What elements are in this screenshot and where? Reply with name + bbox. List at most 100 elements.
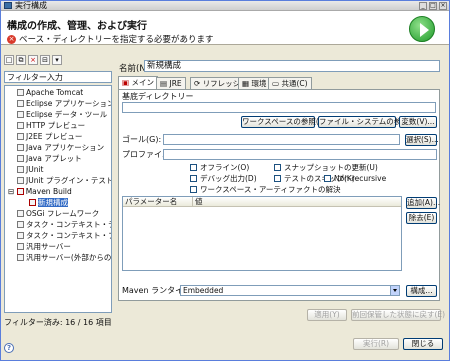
tree-item-label: Java アプリケーション <box>26 143 105 152</box>
tree-item[interactable]: J2EE プレビュー <box>17 132 82 141</box>
config-type-icon <box>17 232 24 239</box>
filter-input[interactable]: フィルター入力 <box>4 71 112 83</box>
column-header-value[interactable]: 値 <box>193 197 401 207</box>
tab-label: メイン <box>131 78 154 87</box>
tab-label: 共通(C) <box>281 79 308 88</box>
tree-item-new-config[interactable]: 新規構成 <box>29 198 68 207</box>
config-tabs: ▣ メイン ▤ JRE ⟳ リフレッシュ ▦ 環境 ▭ 共通(C) <box>118 76 440 89</box>
environment-tab-icon: ▦ <box>242 79 250 88</box>
profile-input[interactable] <box>163 149 437 160</box>
tab-label: JRE <box>169 79 182 88</box>
remove-param-button[interactable]: 除去(E) <box>406 212 437 224</box>
tree-item[interactable]: Eclipse データ・ツール <box>17 110 107 119</box>
main-tab-icon: ▣ <box>122 78 130 87</box>
filesystem-browse-button[interactable]: ファイル・システムの参照(L)... <box>318 116 426 128</box>
tree-item[interactable]: OSGi フレームワーク <box>17 209 99 218</box>
runtime-value: Embedded <box>183 286 224 295</box>
common-tab-icon: ▭ <box>272 79 280 88</box>
tree-item[interactable]: タスク・コンテキスト・テスト <box>17 220 111 229</box>
run-banner-icon <box>409 16 435 42</box>
tab-label: 環境 <box>251 79 267 88</box>
runtime-select[interactable]: Embedded <box>180 285 400 296</box>
checkbox-label: オフライン(O) <box>200 163 250 172</box>
error-icon: × <box>7 35 16 44</box>
config-type-icon <box>17 100 24 107</box>
tree-item-label: HTTP プレビュー <box>26 121 86 130</box>
resolve-workspace-checkbox[interactable]: ワークスペース・アーティファクトの解決 <box>190 185 340 194</box>
help-icon[interactable]: ? <box>4 343 14 353</box>
minimize-button[interactable]: _ <box>419 2 427 10</box>
tree-item[interactable]: Eclipse アプリケーション <box>17 99 112 108</box>
add-param-button[interactable]: 追加(A)... <box>406 197 440 209</box>
configure-runtime-button[interactable]: 構成... <box>406 285 437 297</box>
header-title: 構成の作成、管理、および実行 <box>7 21 147 32</box>
tree-item-label: タスク・コンテキスト・テスト <box>26 220 111 229</box>
tab-jre[interactable]: ▤ JRE <box>156 77 186 89</box>
new-config-icon[interactable]: □ <box>4 55 14 65</box>
window-icon <box>4 2 12 9</box>
dialog-header: 構成の作成、管理、および実行 × ベース・ディレクトリーを指定する必要があります <box>1 11 449 45</box>
main-tab-panel: 基底ディレクトリー ワークスペースの参照(W)... ファイル・システムの参照(… <box>118 89 440 301</box>
delete-icon[interactable]: × <box>28 55 38 65</box>
left-toolbar: □ ⧉ × ⊟ ▾ <box>4 55 114 69</box>
dialog-window: 実行構成 _ □ × 構成の作成、管理、および実行 × ベース・ディレクトリーを指… <box>0 0 450 361</box>
checkbox-label: ワークスペース・アーティファクトの解決 <box>200 185 341 194</box>
run-button[interactable]: 実行(R) <box>353 338 399 350</box>
tree-item-label: Eclipse アプリケーション <box>26 99 112 108</box>
tree-item-label: タスク・コンテキスト・プラグイン <box>26 231 111 240</box>
config-type-icon <box>17 254 24 261</box>
config-type-icon <box>17 177 24 184</box>
filter-menu-icon[interactable]: ▾ <box>52 55 62 65</box>
tree-item-label: JUnit <box>26 165 44 174</box>
column-header-param[interactable]: パラメーター名 <box>123 197 193 207</box>
collapse-all-icon[interactable]: ⊟ <box>40 55 50 65</box>
goal-label: ゴール(G): <box>122 135 162 144</box>
config-type-icon <box>17 210 24 217</box>
base-dir-label: 基底ディレクトリー <box>122 92 194 101</box>
variables-button[interactable]: 変数(V)... <box>399 116 437 128</box>
close-window-button[interactable]: × <box>439 2 447 10</box>
checkbox-box <box>274 164 281 171</box>
tree-item[interactable]: JUnit <box>17 165 43 174</box>
tree-item[interactable]: タスク・コンテキスト・プラグイン <box>17 231 111 240</box>
close-button[interactable]: 閉じる <box>403 338 443 350</box>
tree-item[interactable]: 汎用サーバー(外部からの起 <box>17 253 111 262</box>
tree-item-label: Java アプレット <box>26 154 82 163</box>
duplicate-icon[interactable]: ⧉ <box>16 55 26 65</box>
select-goal-button[interactable]: 選択(S)... <box>405 134 439 146</box>
tree-item-label: Maven Build <box>25 187 72 196</box>
checkbox-box <box>324 175 331 182</box>
tree-item-maven-build[interactable]: ⊟ Maven Build <box>8 187 72 196</box>
tab-common[interactable]: ▭ 共通(C) <box>268 77 312 89</box>
maximize-button[interactable]: □ <box>429 2 437 10</box>
tab-environment[interactable]: ▦ 環境 <box>238 77 271 89</box>
tree-item[interactable]: Java アプレット <box>17 154 82 163</box>
goal-input[interactable] <box>163 134 400 145</box>
update-snapshots-checkbox[interactable]: スナップショットの更新(U) <box>274 163 378 172</box>
apply-button[interactable]: 適用(Y) <box>307 309 347 321</box>
checkbox-box <box>274 175 281 182</box>
base-dir-input[interactable] <box>122 102 436 113</box>
non-recursive-checkbox[interactable]: Non-recursive <box>324 174 386 183</box>
tree-item[interactable]: Java アプリケーション <box>17 143 104 152</box>
tab-main[interactable]: ▣ メイン <box>118 76 158 89</box>
parameters-table[interactable]: パラメーター名 値 <box>122 196 402 271</box>
offline-checkbox[interactable]: オフライン(O) <box>190 163 249 172</box>
revert-button[interactable]: 前回保管した状態に戻す(E) <box>351 309 445 321</box>
checkbox-box <box>190 164 197 171</box>
tree-item[interactable]: HTTP プレビュー <box>17 121 85 130</box>
config-type-icon <box>17 111 24 118</box>
config-type-icon <box>17 243 24 250</box>
filter-status: フィルター済み: 16 / 16 項目 <box>4 318 112 327</box>
tree-item[interactable]: JUnit プラグイン・テスト <box>17 176 111 185</box>
tree-item[interactable]: 汎用サーバー <box>17 242 71 251</box>
name-input[interactable]: 新規構成 <box>144 60 440 72</box>
chevron-down-icon[interactable] <box>390 286 399 295</box>
tree-item[interactable]: Apache Tomcat <box>17 88 83 97</box>
config-type-icon <box>17 89 24 96</box>
workspace-browse-button[interactable]: ワークスペースの参照(W)... <box>241 116 336 128</box>
collapse-icon[interactable]: ⊟ <box>8 187 14 196</box>
checkbox-box <box>190 186 197 193</box>
debug-checkbox[interactable]: デバッグ出力(D) <box>190 174 257 183</box>
checkbox-label: デバッグ出力(D) <box>200 174 257 183</box>
